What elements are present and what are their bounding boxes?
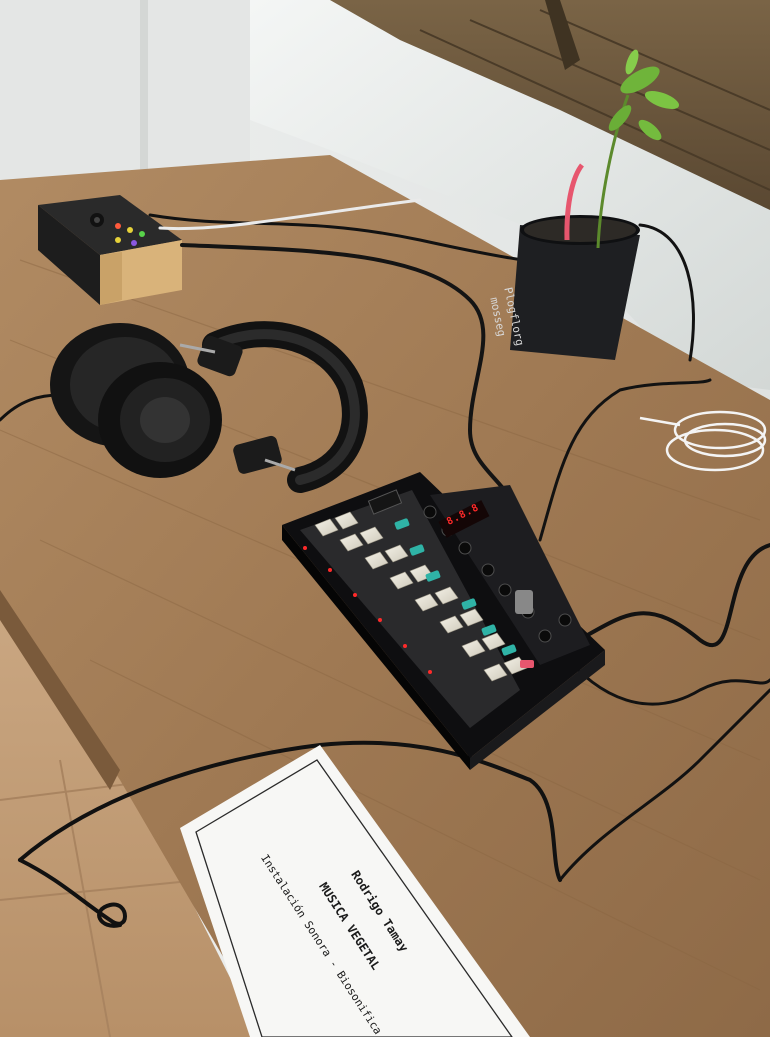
photo-illustration bbox=[0, 0, 770, 1037]
photo-scene: 8.8.8 Plogflorg mosseg Rodrigo Tamay MUS… bbox=[0, 0, 770, 1037]
curtain bbox=[0, 0, 250, 190]
